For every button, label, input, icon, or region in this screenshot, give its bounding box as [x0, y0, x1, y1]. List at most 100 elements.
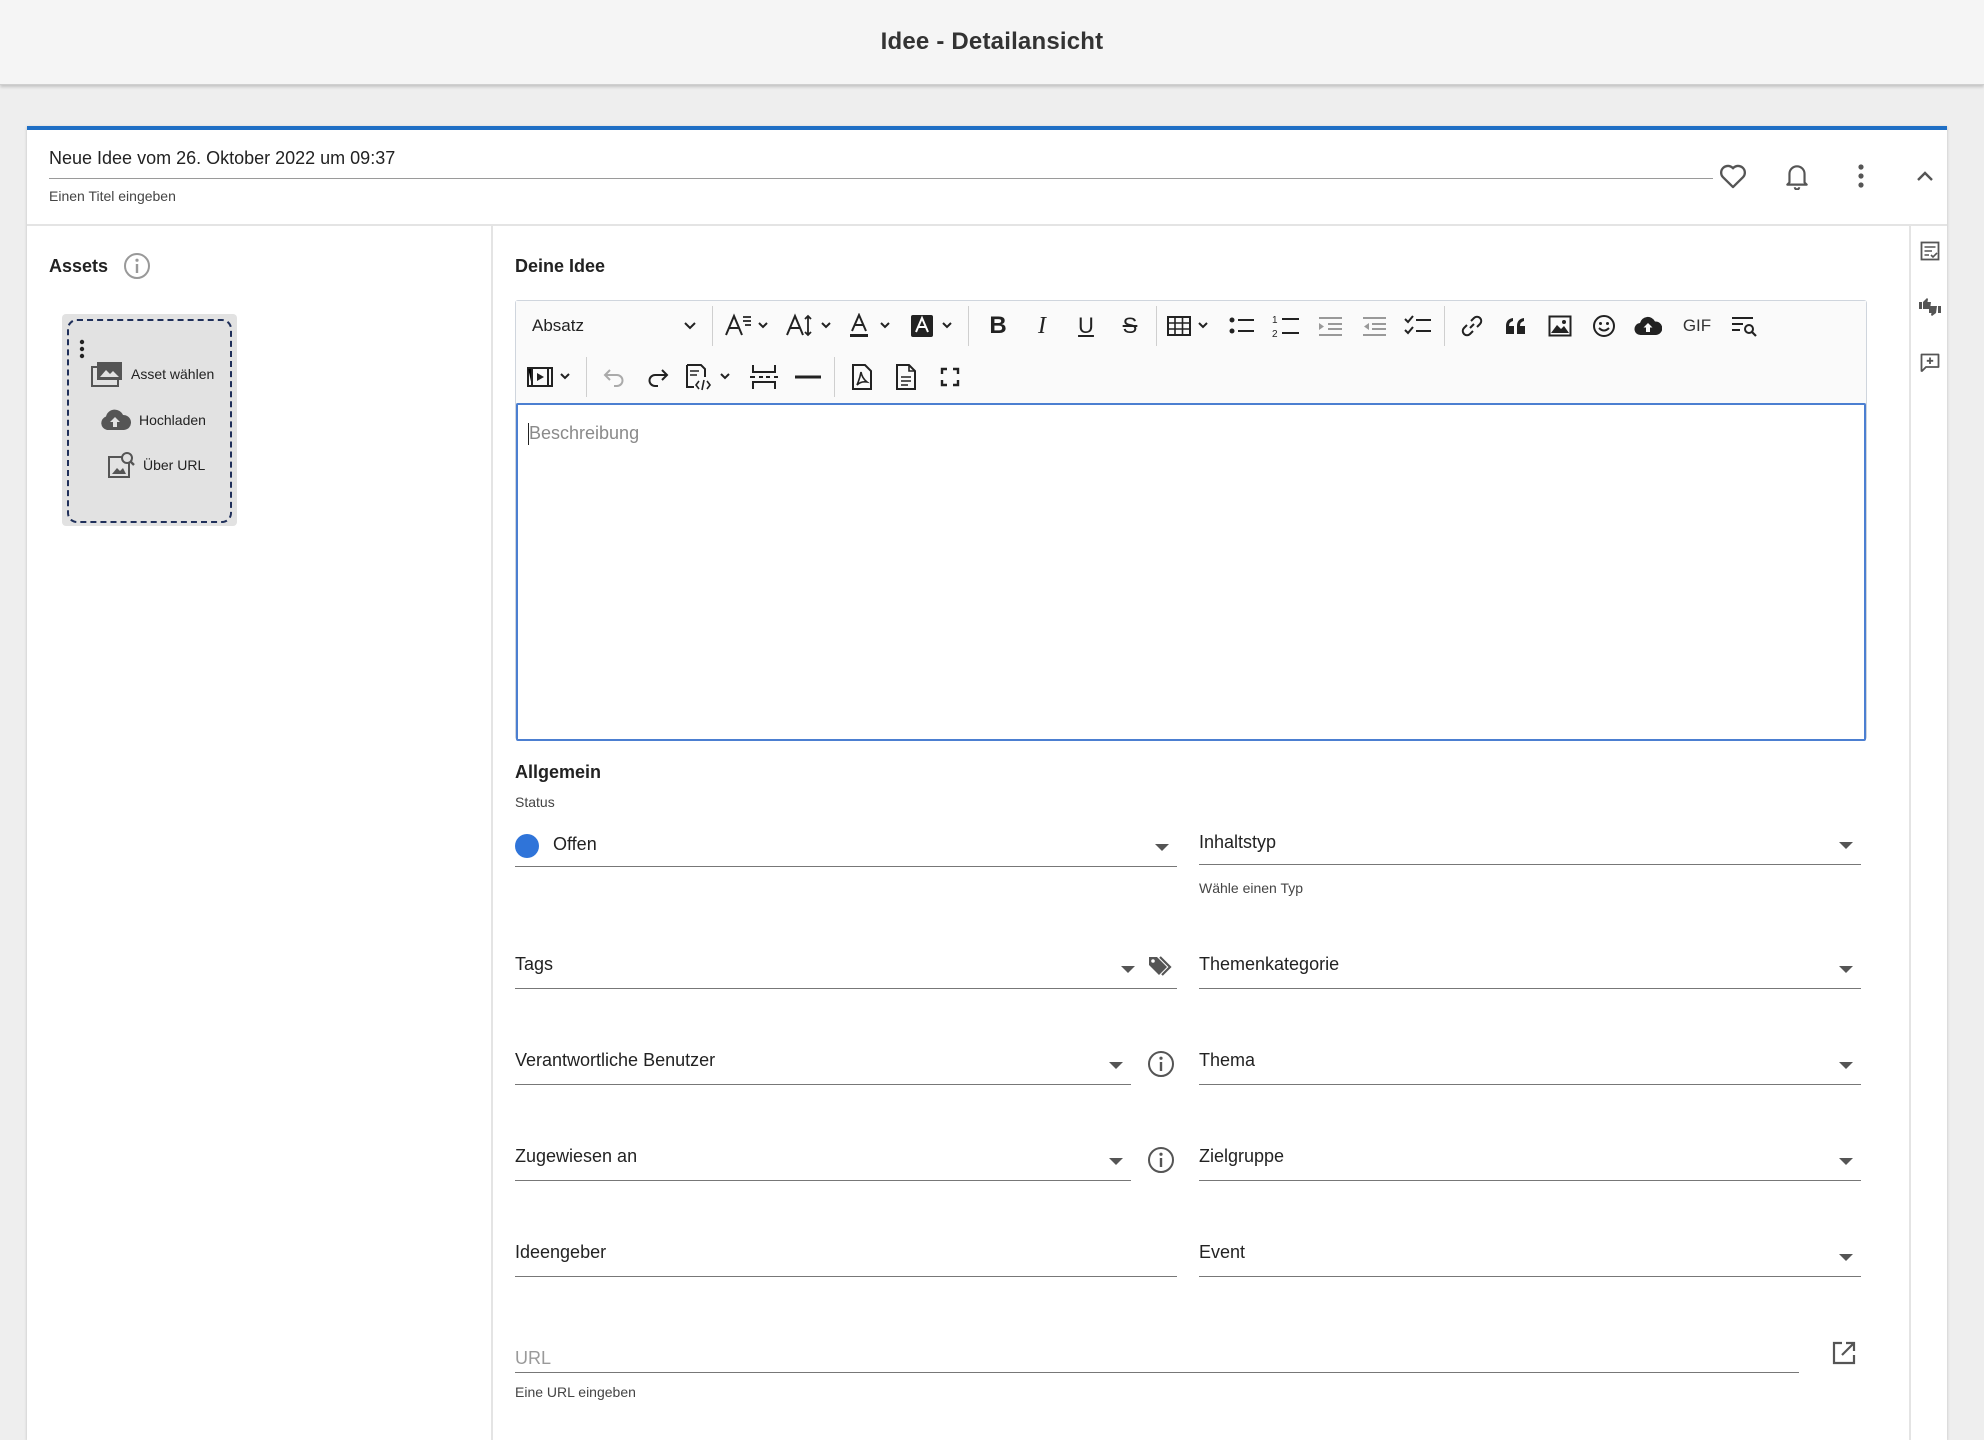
font-color-icon[interactable] [846, 306, 898, 346]
word-export-icon[interactable] [886, 357, 926, 397]
thumbs-up-down-icon[interactable] [1911, 292, 1949, 322]
dropdown-arrow-icon [1109, 1158, 1123, 1165]
outdent-icon[interactable] [1354, 306, 1394, 346]
image-icon[interactable] [1540, 306, 1580, 346]
source-code-icon[interactable] [682, 357, 738, 397]
asset-dropzone[interactable]: Asset wählen Hochladen Über URL [62, 314, 237, 526]
media-embed-icon[interactable] [524, 357, 580, 397]
topic-label: Thema [1199, 1050, 1256, 1070]
choose-asset-label: Asset wählen [131, 366, 215, 382]
content-type-select[interactable]: Inhaltstyp [1199, 820, 1861, 865]
gif-label: GIF [1682, 316, 1712, 335]
target-group-select[interactable]: Zielgruppe [1199, 1134, 1861, 1181]
paragraph-select[interactable]: Absatz [524, 306, 704, 346]
horizontal-line-icon[interactable] [788, 357, 828, 397]
event-label: Event [1199, 1242, 1246, 1262]
right-rail [1909, 226, 1949, 1440]
page-title: Idee - Detailansicht [880, 28, 1104, 55]
underline-icon[interactable]: U [1066, 306, 1106, 346]
heart-icon[interactable] [1717, 160, 1749, 192]
event-select[interactable]: Event [1199, 1230, 1861, 1277]
url-input[interactable]: URL [515, 1326, 1799, 1373]
assets-panel: Assets Asset wählen Hochladen Über URL [27, 226, 493, 1440]
idea-giver-label: Ideengeber [515, 1242, 607, 1262]
todo-list-icon[interactable] [1398, 306, 1438, 346]
strikethrough-icon[interactable]: S [1110, 306, 1150, 346]
italic-icon[interactable]: I [1022, 306, 1062, 346]
dropdown-arrow-icon [1839, 1254, 1853, 1261]
assets-label: Assets [49, 256, 109, 276]
paragraph-select-label: Absatz [532, 316, 584, 335]
open-in-new-icon[interactable] [1831, 1340, 1857, 1371]
description-editor[interactable]: Beschreibung [516, 403, 1866, 741]
card-header: Neue Idee vom 26. Oktober 2022 um 09:37 … [27, 130, 1947, 226]
general-section-label: Allgemein [515, 762, 602, 782]
title-hint: Einen Titel eingeben [49, 188, 176, 204]
quote-icon[interactable] [1496, 306, 1536, 346]
idea-card: Neue Idee vom 26. Oktober 2022 um 09:37 … [27, 126, 1947, 1440]
numbered-list-icon[interactable]: 12 [1266, 306, 1306, 346]
status-label: Status [515, 794, 555, 810]
dropdown-arrow-icon [1839, 842, 1853, 849]
more-vert-icon[interactable] [79, 339, 85, 364]
background-color-icon[interactable] [908, 306, 960, 346]
tag-icon[interactable] [1147, 954, 1175, 985]
title-value: Neue Idee vom 26. Oktober 2022 um 09:37 [49, 148, 396, 168]
undo-icon[interactable] [594, 357, 634, 397]
idea-section-label: Deine Idee [515, 256, 606, 276]
more-vert-icon[interactable] [1845, 160, 1877, 192]
fullscreen-icon[interactable] [930, 357, 970, 397]
url-asset-button[interactable]: Über URL [107, 451, 205, 479]
topic-select[interactable]: Thema [1199, 1038, 1861, 1085]
image-stack-icon [91, 362, 122, 387]
tags-select[interactable]: Tags [515, 942, 1177, 989]
dropdown-arrow-icon [1839, 1062, 1853, 1069]
info-icon[interactable] [123, 252, 151, 285]
description-placeholder: Beschreibung [529, 423, 640, 443]
topic-category-select[interactable]: Themenkategorie [1199, 942, 1861, 989]
top-bar: Idee - Detailansicht [0, 0, 1984, 85]
indent-icon[interactable] [1310, 306, 1350, 346]
bold-icon[interactable]: B [978, 306, 1018, 346]
idea-giver-input[interactable]: Ideengeber [515, 1230, 1177, 1277]
asset-dropzone-border: Asset wählen Hochladen Über URL [67, 319, 232, 523]
checklist-icon[interactable] [1911, 236, 1949, 266]
target-group-label: Zielgruppe [1199, 1146, 1285, 1166]
content-type-label: Inhaltstyp [1199, 832, 1277, 852]
status-value: Offen [553, 834, 597, 854]
cloud-upload-icon [101, 409, 131, 430]
svg-text:2: 2 [1272, 329, 1278, 339]
add-comment-icon[interactable] [1911, 348, 1949, 378]
gif-button[interactable]: GIF [1674, 306, 1720, 346]
page-break-icon[interactable] [744, 357, 784, 397]
table-icon[interactable] [1164, 306, 1216, 346]
image-search-icon [108, 452, 135, 478]
choose-asset-button[interactable]: Asset wählen [91, 361, 214, 387]
bell-icon[interactable] [1781, 160, 1813, 192]
info-icon[interactable] [1147, 1146, 1175, 1179]
link-icon[interactable] [1452, 306, 1492, 346]
emoji-icon[interactable] [1584, 306, 1624, 346]
cloud-upload-icon[interactable] [1628, 306, 1668, 346]
tags-label: Tags [515, 954, 554, 974]
title-input[interactable]: Neue Idee vom 26. Oktober 2022 um 09:37 [49, 148, 1713, 179]
find-replace-icon[interactable] [1724, 306, 1764, 346]
responsible-users-select[interactable]: Verantwortliche Benutzer [515, 1038, 1131, 1085]
assigned-to-select[interactable]: Zugewiesen an [515, 1134, 1131, 1181]
url-hint: Eine URL eingeben [515, 1384, 636, 1400]
font-size-icon[interactable] [784, 306, 836, 346]
dropdown-arrow-icon [1121, 966, 1135, 973]
bulleted-list-icon[interactable] [1222, 306, 1262, 346]
editor-toolbar: Absatz B I U S 1 2 GIF [516, 301, 1866, 404]
font-family-icon[interactable] [722, 306, 774, 346]
redo-icon[interactable] [638, 357, 678, 397]
dropdown-arrow-icon [1839, 966, 1853, 973]
assigned-to-label: Zugewiesen an [515, 1146, 638, 1166]
topic-category-label: Themenkategorie [1199, 954, 1340, 974]
status-select[interactable]: Offen [515, 820, 1177, 867]
info-icon[interactable] [1147, 1050, 1175, 1083]
pdf-export-icon[interactable] [842, 357, 882, 397]
upload-label: Hochladen [139, 412, 206, 428]
chevron-up-icon[interactable] [1909, 160, 1941, 192]
upload-button[interactable]: Hochladen [99, 409, 206, 431]
